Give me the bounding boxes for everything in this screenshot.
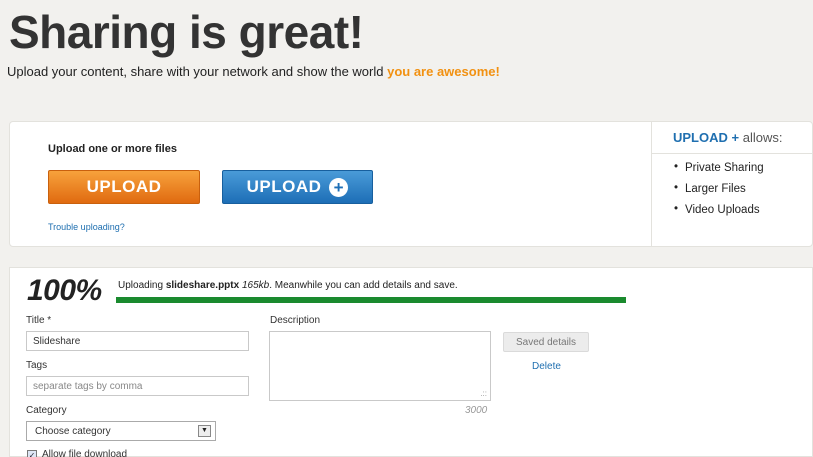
plus-icon: + [329,177,349,197]
upload-details-panel: 100% Uploading slideshare.pptx 165kb. Me… [9,267,813,457]
upload-label: Upload one or more files [48,143,177,155]
allows-plus: + [731,130,740,145]
allows-brand: UPLOAD [673,130,728,145]
character-counter: 3000 [465,405,488,416]
description-label: Description [270,315,321,326]
upload-plus-button-label: UPLOAD [246,177,322,196]
allow-download-label: Allow file download [42,449,128,457]
upload-plus-button[interactable]: UPLOAD + [222,170,373,204]
allows-item: Private Sharing [674,161,813,183]
resize-grip-icon[interactable]: .:: [480,389,487,398]
category-select-value: Choose category [35,425,111,437]
allows-heading: UPLOAD + allows: [652,122,813,154]
upload-panel: Upload one or more files UPLOAD UPLOAD +… [9,121,813,247]
category-label: Category [26,405,67,416]
chevron-down-icon[interactable]: ▼ [198,425,211,437]
upload-status-message: Uploading slideshare.pptx 165kb. Meanwhi… [118,280,458,291]
delete-link[interactable]: Delete [532,361,561,372]
description-textarea[interactable]: .:: [269,331,491,401]
allow-download-row[interactable]: ✓ Allow file download [27,449,127,457]
allows-list: Private Sharing Larger Files Video Uploa… [652,154,813,225]
category-select[interactable]: Choose category ▼ [26,421,216,441]
subtitle-highlight: you are awesome! [387,64,500,79]
title-label: Title * [26,315,52,326]
allows-item: Video Uploads [674,203,813,225]
upload-button[interactable]: UPLOAD [48,170,200,204]
progress-percent: 100% [27,274,102,307]
title-input[interactable]: Slideshare [26,331,249,351]
allows-item: Larger Files [674,182,813,204]
page-title: Sharing is great! [9,6,364,58]
tags-label: Tags [26,360,48,371]
allows-suffix: allows: [739,130,783,145]
status-prefix: Uploading [118,280,166,291]
status-suffix: . Meanwhile you can add details and save… [269,280,458,291]
trouble-uploading-link[interactable]: Trouble uploading? [48,222,125,232]
status-filesize: 165kb [241,280,270,291]
progress-bar [116,297,626,303]
upload-plus-allows-panel: UPLOAD + allows: Private Sharing Larger … [651,122,813,246]
subtitle-text: Upload your content, share with your net… [7,64,388,79]
allow-download-checkbox[interactable]: ✓ [27,449,37,457]
status-filename: slideshare.pptx [165,280,240,291]
tags-input[interactable]: separate tags by comma [26,376,249,396]
saved-details-button[interactable]: Saved details [503,332,589,352]
progress-bar-fill [116,297,626,303]
page-subtitle: Upload your content, share with your net… [7,64,500,79]
